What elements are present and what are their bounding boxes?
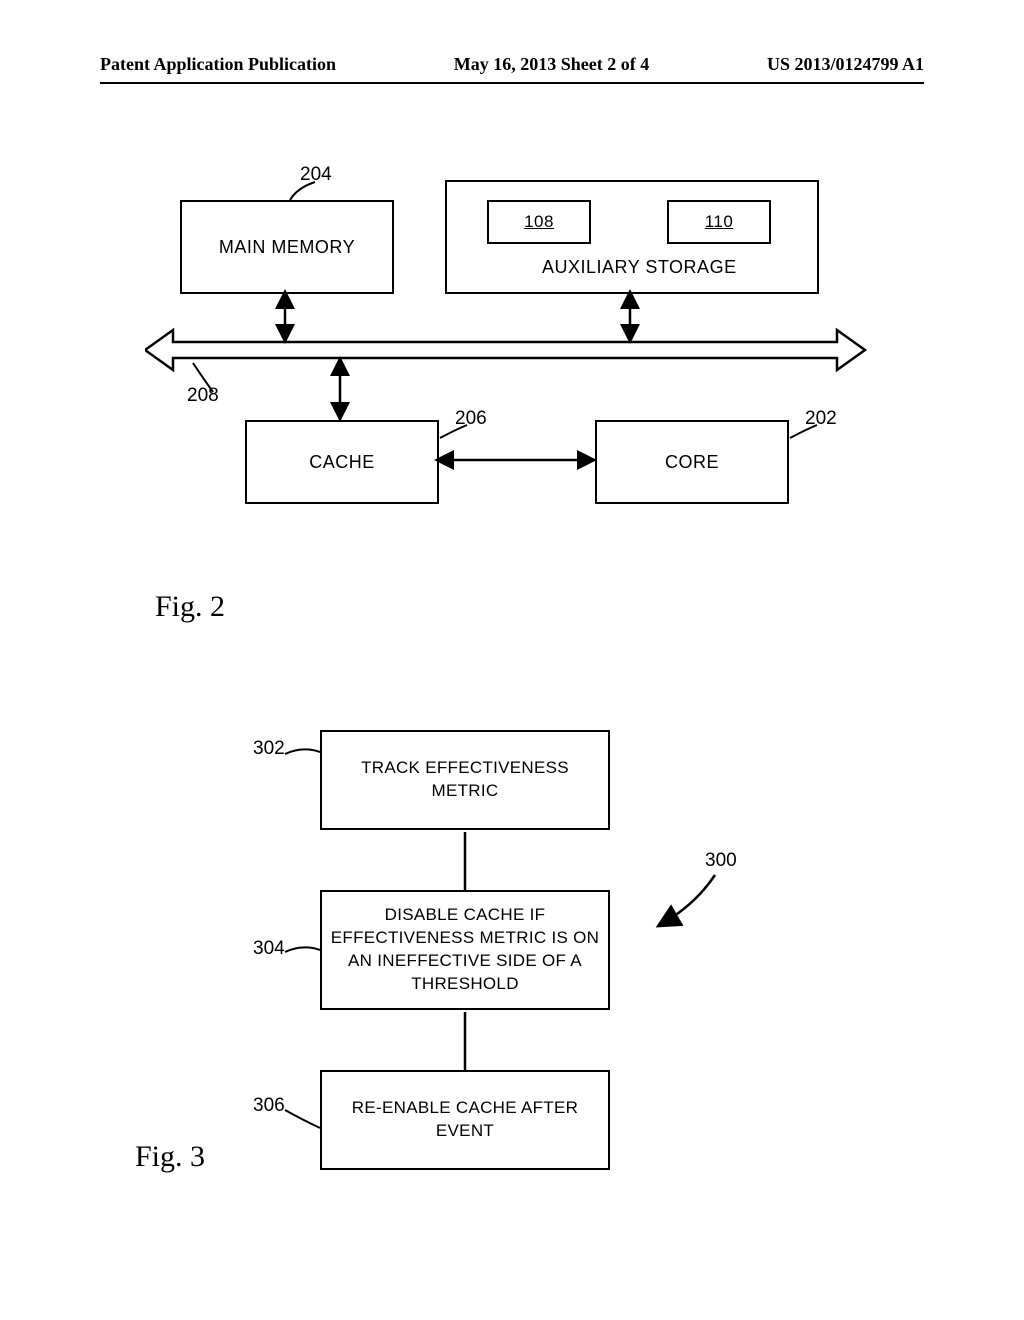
header-rule <box>100 82 924 84</box>
fig3-connectors <box>145 720 885 1240</box>
figure-3: TRACK EFFECTIVENESS METRIC DISABLE CACHE… <box>145 720 885 1240</box>
header-center: May 16, 2013 Sheet 2 of 4 <box>454 54 649 75</box>
fig2-connectors <box>145 170 885 560</box>
patent-page: Patent Application Publication May 16, 2… <box>0 0 1024 1320</box>
fig3-caption: Fig. 3 <box>135 1140 205 1174</box>
fig2-caption: Fig. 2 <box>155 590 225 624</box>
figure-2: MAIN MEMORY 108 110 AUXILIARY STORAGE CA… <box>145 170 885 560</box>
page-header: Patent Application Publication May 16, 2… <box>100 54 924 75</box>
header-left: Patent Application Publication <box>100 54 336 75</box>
header-right: US 2013/0124799 A1 <box>767 54 924 75</box>
